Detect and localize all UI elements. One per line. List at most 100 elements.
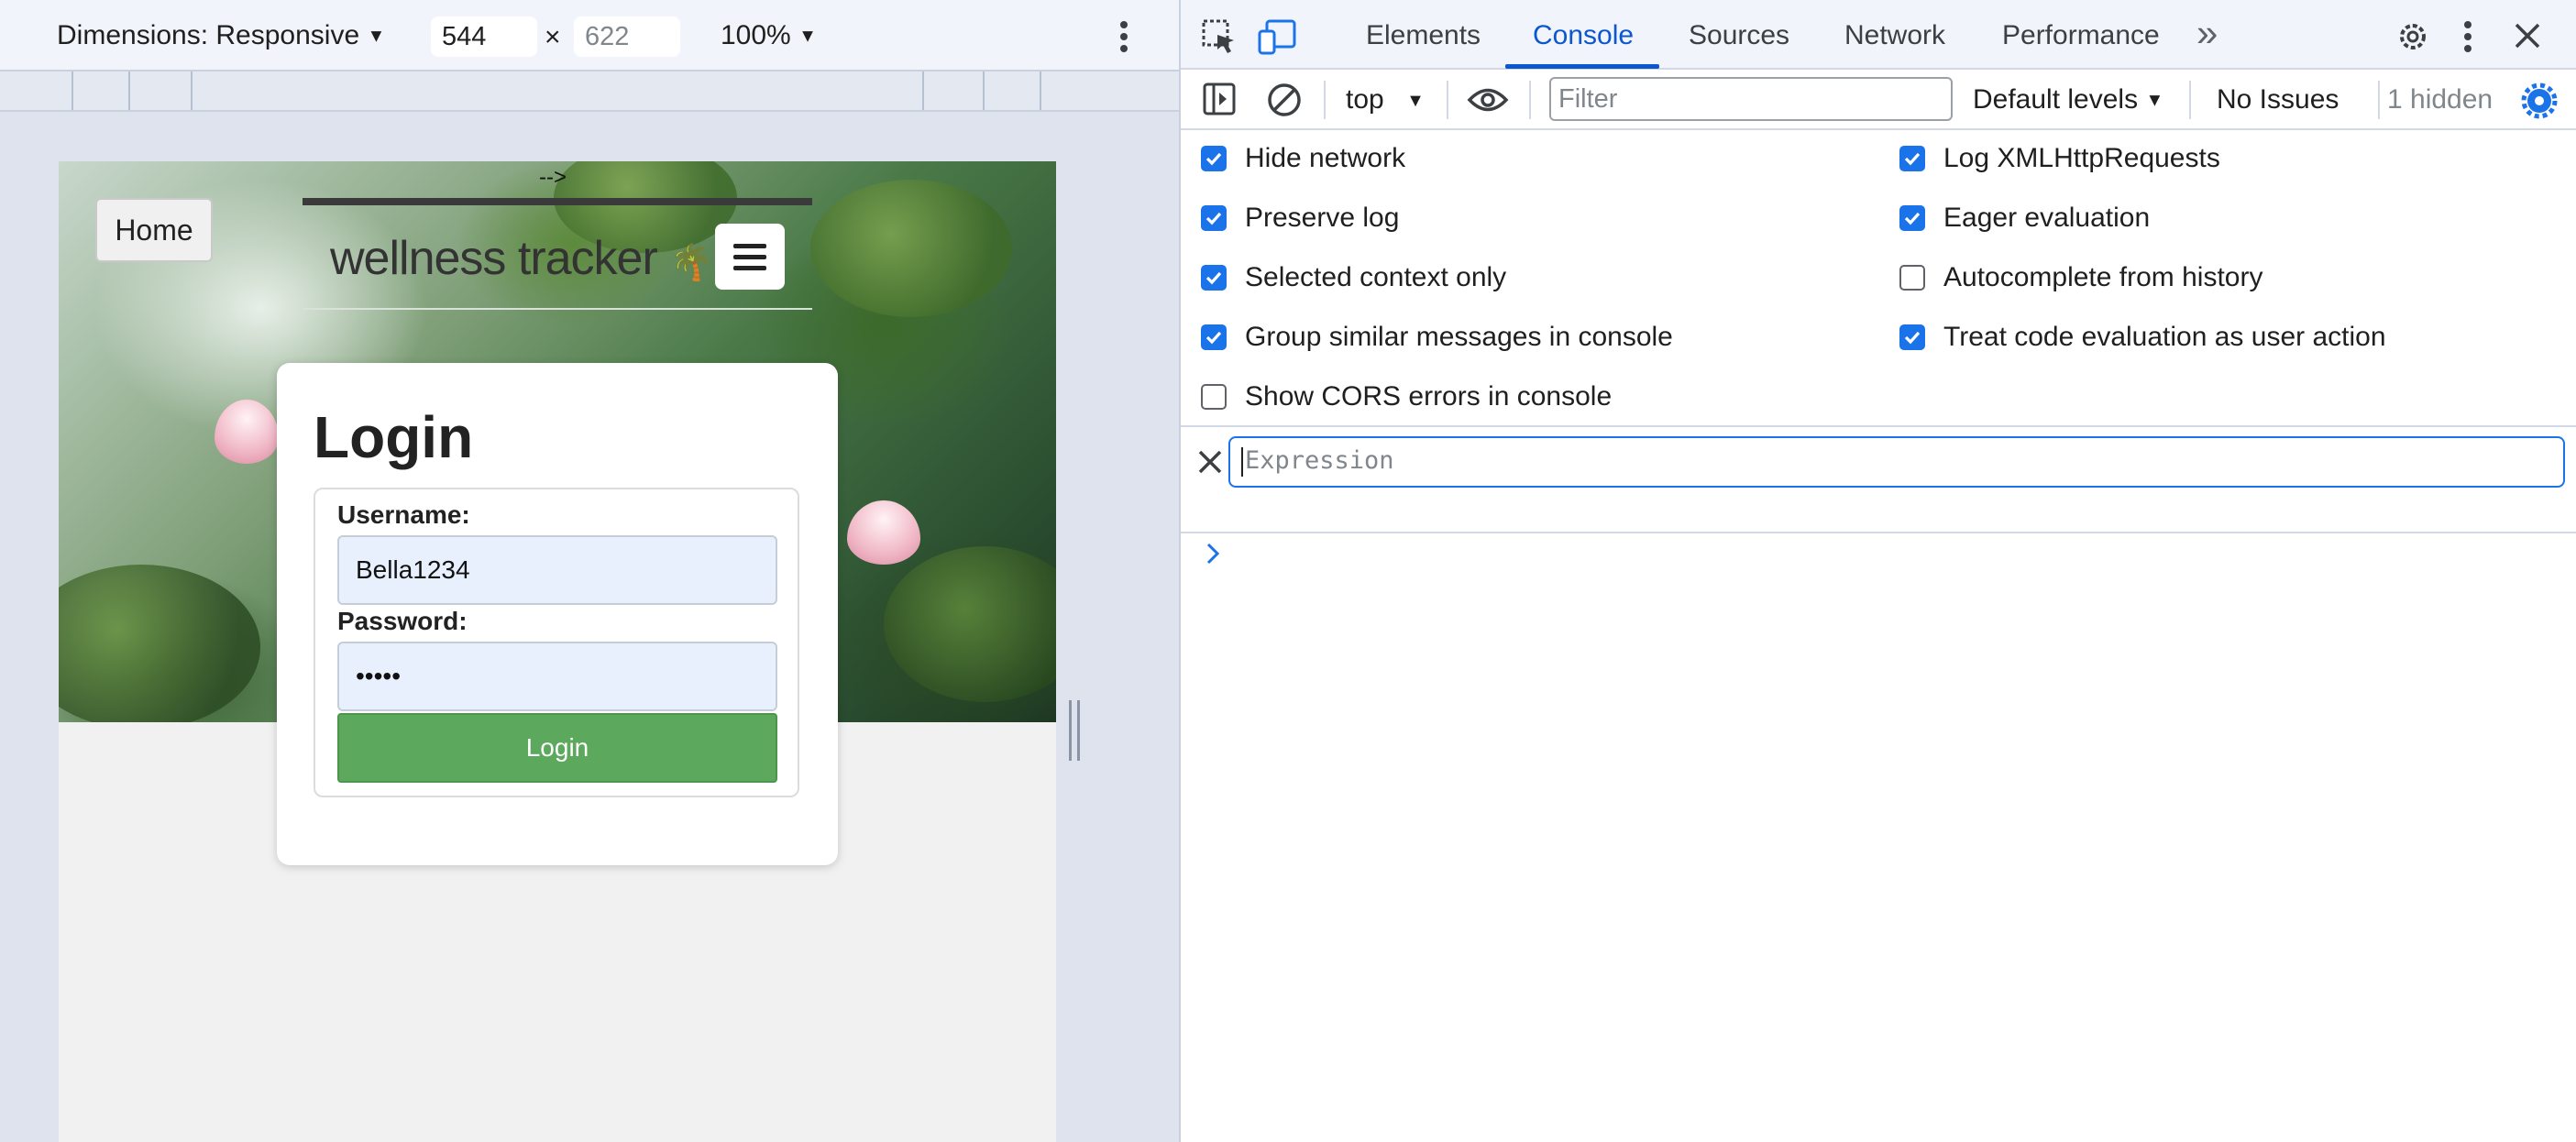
ruler-mark [128, 71, 130, 110]
checkbox-checked-icon[interactable] [1201, 205, 1227, 231]
log-levels-dropdown[interactable]: Default levels ▼ [1973, 84, 2163, 115]
setting-label: Log XMLHttpRequests [1943, 143, 2220, 173]
devtools-panel: Elements Console Sources Network Perform… [1179, 0, 2576, 1142]
console-settings-gear-icon[interactable] [2521, 82, 2558, 119]
issues-counter[interactable]: No Issues [2217, 84, 2339, 115]
html-comment-arrow: --> [539, 165, 567, 190]
console-prompt-chevron-icon[interactable] [1205, 541, 1223, 566]
expression-input[interactable]: Expression [1228, 436, 2565, 488]
checkbox-checked-icon[interactable] [1899, 146, 1925, 171]
tab-sources[interactable]: Sources [1689, 20, 1789, 51]
setting-label: Preserve log [1245, 203, 1400, 233]
dimensions-label: Dimensions: Responsive [57, 20, 360, 50]
setting-label: Eager evaluation [1943, 203, 2151, 233]
ruler-mark [191, 71, 193, 110]
setting-eager-evaluation[interactable]: Eager evaluation [1899, 203, 2150, 234]
checkbox-checked-icon[interactable] [1899, 324, 1925, 350]
checkbox-checked-icon[interactable] [1201, 146, 1227, 171]
setting-log-xmlhttprequests[interactable]: Log XMLHttpRequests [1899, 143, 2220, 174]
lotus-flower [847, 500, 920, 565]
inspect-element-icon[interactable] [1201, 18, 1238, 55]
setting-autocomplete-from-history[interactable]: Autocomplete from history [1899, 262, 2262, 293]
live-expression-row: Expression [1181, 427, 2576, 533]
close-icon[interactable] [2514, 22, 2541, 49]
setting-show-cors-errors[interactable]: Show CORS errors in console [1201, 381, 1612, 412]
ruler-mark [922, 71, 924, 110]
ruler-mark [983, 71, 985, 110]
clear-console-icon[interactable] [1267, 82, 1302, 117]
login-title: Login [314, 404, 474, 470]
lily-pad [884, 546, 1056, 702]
hamburger-menu-button[interactable] [715, 224, 785, 290]
tab-elements[interactable]: Elements [1366, 20, 1481, 51]
filter-input[interactable]: Filter [1549, 77, 1953, 121]
context-label: top [1346, 84, 1384, 115]
width-input[interactable]: 544 [431, 16, 537, 57]
brand-title: wellness tracker 🌴 [330, 231, 713, 286]
dropdown-arrow-icon: ▼ [2145, 90, 2164, 111]
ruler-mark [72, 71, 73, 110]
checkbox-unchecked-icon[interactable] [1201, 384, 1227, 410]
dimensions-dropdown[interactable]: Dimensions: Responsive ▼ [57, 20, 385, 51]
password-input[interactable]: ••••• [337, 642, 777, 711]
devtools-more-icon[interactable] [2462, 20, 2473, 53]
more-options-icon[interactable] [1118, 20, 1129, 53]
viewport-resize-handle[interactable] [1069, 700, 1080, 761]
setting-label: Selected context only [1245, 262, 1507, 292]
toolbar-separator [1324, 81, 1326, 119]
context-selector[interactable]: top ▼ [1346, 84, 1425, 115]
setting-preserve-log[interactable]: Preserve log [1201, 203, 1399, 234]
lily-pad [810, 180, 1012, 317]
device-toolbar: Dimensions: Responsive ▼ 544 × 622 100% … [0, 0, 1179, 71]
login-button[interactable]: Login [337, 713, 777, 783]
checkbox-checked-icon[interactable] [1899, 205, 1925, 231]
login-form: Username: Bella1234 Password: ••••• Logi… [314, 488, 799, 797]
setting-label: Show CORS errors in console [1245, 381, 1613, 412]
height-input[interactable]: 622 [574, 16, 680, 57]
hidden-count: 1 hidden [2387, 84, 2493, 115]
hamburger-icon-bar [733, 254, 766, 259]
settings-gear-icon[interactable] [2394, 18, 2431, 55]
palm-tree-icon: 🌴 [669, 244, 712, 282]
hamburger-icon-bar [733, 243, 766, 248]
live-expression-eye-icon[interactable] [1467, 84, 1509, 115]
setting-hide-network[interactable]: Hide network [1201, 143, 1405, 174]
setting-selected-context-only[interactable]: Selected context only [1201, 262, 1506, 293]
remove-expression-close-icon[interactable] [1197, 449, 1223, 475]
times-symbol: × [545, 22, 561, 52]
more-tabs-icon[interactable]: » [2196, 11, 2218, 55]
home-button[interactable]: Home [95, 198, 213, 262]
tab-performance[interactable]: Performance [2002, 20, 2160, 51]
nav-divider [303, 308, 812, 310]
username-label: Username: [337, 500, 470, 529]
media-query-ruler[interactable] [0, 71, 1179, 112]
hamburger-icon-bar [733, 265, 766, 270]
device-emulation-pane: Dimensions: Responsive ▼ 544 × 622 100% … [0, 0, 1179, 1142]
dropdown-arrow-icon: ▼ [1406, 90, 1425, 111]
setting-treat-code-evaluation[interactable]: Treat code evaluation as user action [1899, 322, 2386, 353]
dropdown-arrow-icon: ▼ [798, 26, 817, 47]
console-toolbar: top ▼ Filter Default levels ▼ No Issues … [1181, 70, 2576, 130]
setting-label: Autocomplete from history [1943, 262, 2263, 292]
devtools-tab-bar: Elements Console Sources Network Perform… [1181, 0, 2576, 70]
console-settings-panel: Hide network Log XMLHttpRequests Preserv… [1181, 130, 2576, 427]
setting-label: Treat code evaluation as user action [1943, 322, 2386, 352]
lotus-flower [215, 400, 279, 464]
tab-network[interactable]: Network [1844, 20, 1945, 51]
tab-console[interactable]: Console [1533, 20, 1634, 51]
username-input[interactable]: Bella1234 [337, 535, 777, 605]
setting-group-similar-messages[interactable]: Group similar messages in console [1201, 322, 1673, 353]
brand-text: wellness tracker [330, 232, 658, 285]
toolbar-separator [1529, 81, 1531, 119]
checkbox-checked-icon[interactable] [1201, 324, 1227, 350]
active-tab-indicator [1505, 64, 1659, 69]
emulated-viewport: Home --> wellness tracker 🌴 Login Userna… [59, 161, 1056, 1142]
device-toolbar-toggle-icon[interactable] [1258, 18, 1298, 55]
sidebar-toggle-icon[interactable] [1203, 82, 1236, 115]
ruler-mark [1040, 71, 1041, 110]
checkbox-checked-icon[interactable] [1201, 265, 1227, 291]
setting-label: Hide network [1245, 143, 1406, 173]
dropdown-arrow-icon: ▼ [367, 26, 386, 47]
checkbox-unchecked-icon[interactable] [1899, 265, 1925, 291]
zoom-dropdown[interactable]: 100% ▼ [721, 20, 817, 51]
